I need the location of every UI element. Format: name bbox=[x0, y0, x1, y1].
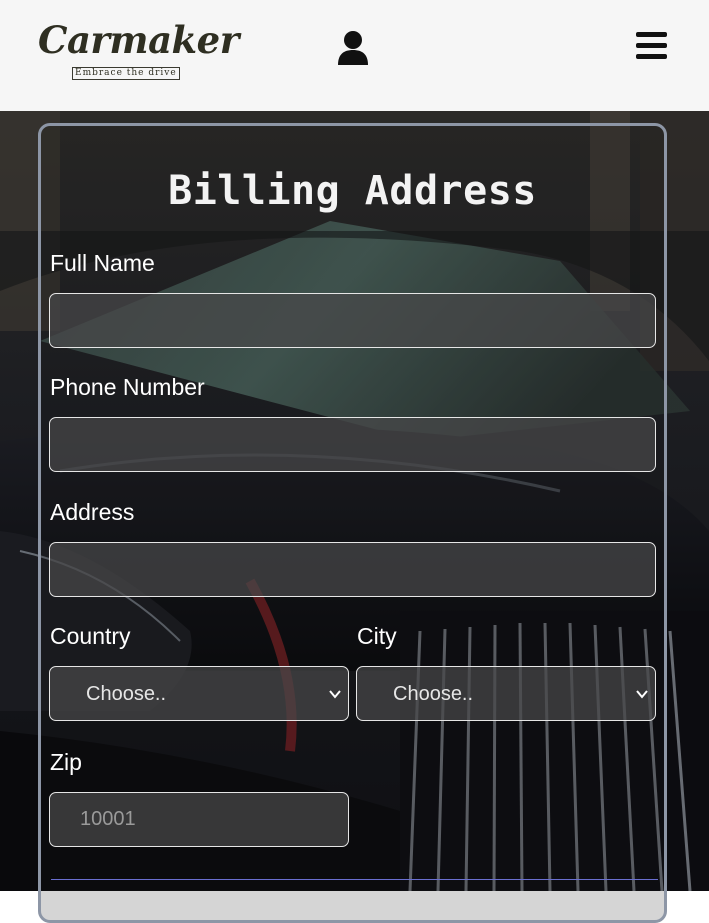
address-label: Address bbox=[50, 499, 135, 525]
form-title: Billing Address bbox=[168, 168, 537, 214]
city-select-value: Choose.. bbox=[393, 683, 474, 705]
zip-label: Zip bbox=[50, 749, 82, 775]
carmaker-logo[interactable]: Carmaker Embrace the drive bbox=[38, 18, 239, 88]
hamburger-menu-icon[interactable] bbox=[633, 31, 671, 61]
logo-tagline: Embrace the drive bbox=[72, 67, 180, 80]
zip-input[interactable] bbox=[49, 792, 349, 847]
logo-title: Carmaker bbox=[38, 18, 239, 62]
country-select[interactable]: Choose.. bbox=[49, 666, 349, 721]
section-divider bbox=[51, 879, 658, 880]
full-name-label: Full Name bbox=[50, 250, 155, 276]
address-input[interactable] bbox=[49, 542, 656, 597]
city-select[interactable]: Choose.. bbox=[356, 666, 656, 721]
city-label: City bbox=[357, 623, 397, 649]
phone-number-input[interactable] bbox=[49, 417, 656, 472]
phone-number-label: Phone Number bbox=[50, 374, 205, 400]
full-name-input[interactable] bbox=[49, 293, 656, 348]
country-select-value: Choose.. bbox=[86, 683, 167, 705]
chevron-down-icon bbox=[329, 690, 341, 699]
billing-form-card: Billing Address Full Name Phone Number A… bbox=[38, 123, 667, 923]
site-header: Carmaker Embrace the drive bbox=[0, 0, 709, 111]
chevron-down-icon bbox=[636, 690, 648, 699]
country-label: Country bbox=[50, 623, 131, 649]
user-icon[interactable] bbox=[336, 30, 370, 66]
